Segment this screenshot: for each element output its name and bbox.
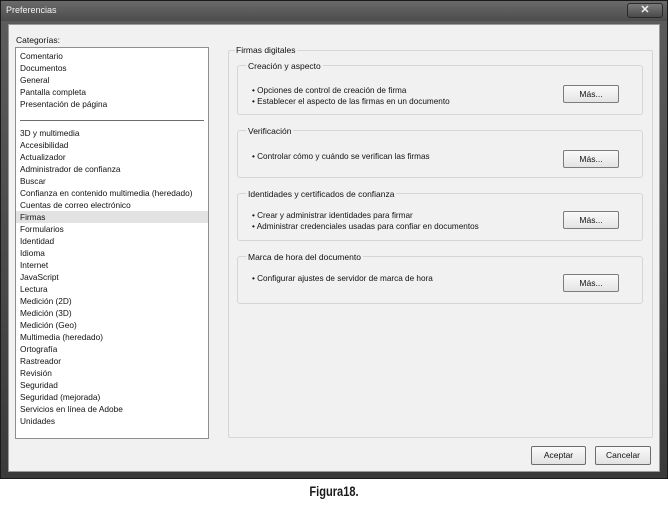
category-item-confianza-multimedia[interactable]: Confianza en contenido multimedia (hered… (20, 187, 193, 199)
category-item-documentos[interactable]: Documentos (20, 62, 67, 74)
category-item-servicios-adobe[interactable]: Servicios en línea de Adobe (20, 403, 123, 415)
category-item-formularios[interactable]: Formularios (20, 223, 64, 235)
category-item-medicion-geo[interactable]: Medición (Geo) (20, 319, 77, 331)
more-button-marca-hora[interactable]: Más... (563, 274, 619, 292)
section-identidades: Identidades y certificados de confianza … (237, 189, 643, 241)
category-item-cuentas-correo[interactable]: Cuentas de correo electrónico (20, 199, 131, 211)
preferences-window: Preferencias ✕ Categorías: Comentario Do… (0, 0, 668, 479)
cancel-button[interactable]: Cancelar (595, 446, 651, 465)
category-item-lectura[interactable]: Lectura (20, 283, 48, 295)
category-item-ortografia[interactable]: Ortografía (20, 343, 57, 355)
section-bullet: • Controlar cómo y cuándo se verifican l… (252, 152, 430, 161)
category-item-unidades[interactable]: Unidades (20, 415, 55, 427)
section-title: Verificación (246, 126, 294, 136)
category-item-seguridad-mejorada[interactable]: Seguridad (mejorada) (20, 391, 100, 403)
category-item-identidad[interactable]: Identidad (20, 235, 54, 247)
category-divider (20, 120, 204, 121)
category-item-javascript[interactable]: JavaScript (20, 271, 59, 283)
more-button-verificacion[interactable]: Más... (563, 150, 619, 168)
window-title: Preferencias (6, 5, 57, 15)
section-verificacion: Verificación • Controlar cómo y cuándo s… (237, 126, 643, 178)
more-button-identidades[interactable]: Más... (563, 211, 619, 229)
category-item-rastreador[interactable]: Rastreador (20, 355, 61, 367)
more-button-creacion[interactable]: Más... (563, 85, 619, 103)
category-item-accesibilidad[interactable]: Accesibilidad (20, 139, 68, 151)
section-bullet: • Crear y administrar identidades para f… (252, 211, 413, 220)
category-item-idioma[interactable]: Idioma (20, 247, 45, 259)
section-bullet: • Configurar ajustes de servidor de marc… (252, 274, 433, 283)
category-item-firmas[interactable]: Firmas (16, 211, 208, 223)
category-item-seguridad[interactable]: Seguridad (20, 379, 58, 391)
category-item-medicion-2d[interactable]: Medición (2D) (20, 295, 72, 307)
title-bar[interactable]: Preferencias ✕ (1, 1, 667, 21)
section-creacion: Creación y aspecto • Opciones de control… (237, 61, 643, 115)
category-item-revision[interactable]: Revisión (20, 367, 52, 379)
panel-title: Firmas digitales (235, 45, 297, 55)
dialog-body: Categorías: Comentario Documentos Genera… (8, 24, 660, 472)
category-item-medicion-3d[interactable]: Medición (3D) (20, 307, 72, 319)
categories-list[interactable]: Comentario Documentos General Pantalla c… (15, 47, 209, 439)
close-button[interactable]: ✕ (627, 3, 663, 18)
category-item-actualizador[interactable]: Actualizador (20, 151, 66, 163)
category-item-buscar[interactable]: Buscar (20, 175, 46, 187)
category-item-internet[interactable]: Internet (20, 259, 48, 271)
section-title: Identidades y certificados de confianza (246, 189, 397, 199)
accept-button[interactable]: Aceptar (531, 446, 586, 465)
category-item-multimedia-heredado[interactable]: Multimedia (heredado) (20, 331, 103, 343)
category-item-comentario[interactable]: Comentario (20, 50, 63, 62)
close-icon: ✕ (640, 4, 650, 16)
section-title: Creación y aspecto (246, 61, 323, 71)
category-item-administrador-confianza[interactable]: Administrador de confianza (20, 163, 121, 175)
category-item-general[interactable]: General (20, 74, 50, 86)
category-item-3d-multimedia[interactable]: 3D y multimedia (20, 127, 79, 139)
figure-caption: Figura18. (309, 484, 359, 499)
section-marca-hora: Marca de hora del documento • Configurar… (237, 252, 643, 304)
category-item-pantalla-completa[interactable]: Pantalla completa (20, 86, 86, 98)
categories-label: Categorías: (16, 35, 60, 45)
section-bullet: • Establecer el aspecto de las firmas en… (252, 97, 450, 106)
category-item-presentacion[interactable]: Presentación de página (20, 98, 107, 110)
section-title: Marca de hora del documento (246, 252, 363, 262)
section-bullet: • Opciones de control de creación de fir… (252, 86, 407, 95)
section-bullet: • Administrar credenciales usadas para c… (252, 222, 479, 231)
